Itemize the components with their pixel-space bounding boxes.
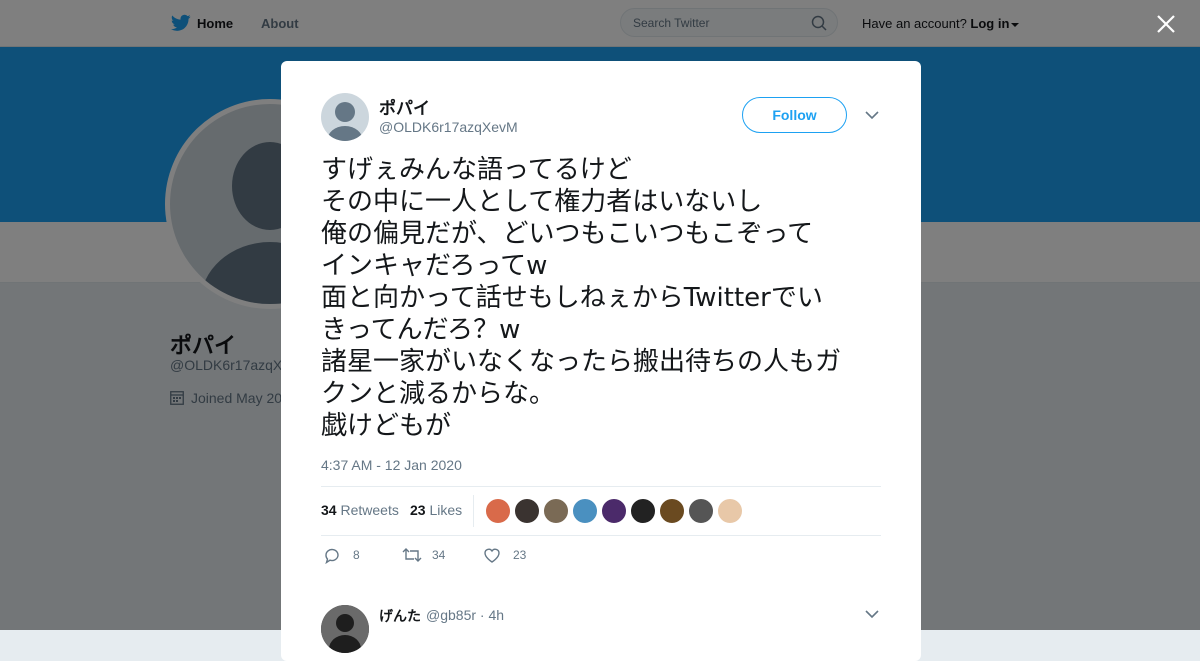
- reply-avatar[interactable]: [321, 605, 369, 653]
- stats-divider: [473, 495, 474, 527]
- tweet-text-line: 戯けどもが: [321, 411, 452, 441]
- close-icon[interactable]: [1155, 13, 1177, 35]
- tweet-stats: 34 Retweets 23 Likes: [321, 486, 881, 536]
- liker-avatar[interactable]: [543, 498, 569, 524]
- retweets-count: 34: [321, 502, 337, 518]
- tweet-text-line: インキャだろってw: [321, 251, 548, 281]
- tweet-text-line: クンと減るからな。: [321, 379, 556, 409]
- reply-meta: @gb85r · 4h: [426, 607, 505, 623]
- liker-avatar[interactable]: [601, 498, 627, 524]
- chevron-down-icon[interactable]: [865, 110, 879, 120]
- liker-avatar[interactable]: [717, 498, 743, 524]
- tweet-text-line: その中に一人として権力者はいないし: [321, 187, 763, 217]
- liker-avatar[interactable]: [514, 498, 540, 524]
- author-avatar[interactable]: [321, 93, 369, 141]
- liker-avatar[interactable]: [485, 498, 511, 524]
- retweet-icon[interactable]: [402, 546, 422, 564]
- reply-count: 8: [353, 548, 360, 562]
- follow-button[interactable]: Follow: [742, 97, 847, 133]
- tweet-modal: ポパイ @OLDK6r17azqXevM Follow すげぇみんな語ってるけど…: [281, 61, 921, 661]
- likes-label: Likes: [429, 502, 463, 518]
- liker-avatar[interactable]: [630, 498, 656, 524]
- reply-icon[interactable]: [323, 546, 341, 564]
- likes-count: 23: [410, 502, 426, 518]
- heart-icon[interactable]: [483, 546, 501, 564]
- tweet-text-line: 俺の偏見だが、どいつもこいつもこぞって: [321, 219, 814, 249]
- tweet-timestamp[interactable]: 4:37 AM - 12 Jan 2020: [321, 457, 462, 473]
- tweet-text-line: すげぇみんな語ってるけど: [321, 155, 632, 185]
- retweets-label: Retweets: [340, 502, 399, 518]
- tweet-text-line: きってんだろ？w: [321, 315, 521, 345]
- tweet-text: すげぇみんな語ってるけど その中に一人として権力者はいないし 俺の偏見だが、どい…: [321, 154, 896, 442]
- like-count: 23: [513, 548, 527, 562]
- liker-avatar[interactable]: [572, 498, 598, 524]
- author-name[interactable]: ポパイ: [379, 94, 430, 119]
- likes-stat[interactable]: 23 Likes: [410, 502, 462, 518]
- chevron-down-icon[interactable]: [865, 609, 879, 619]
- tweet-text-line: 諸星一家がいなくなったら搬出待ちの人もガ: [321, 347, 842, 377]
- reply-author-handle[interactable]: @gb85r: [426, 607, 476, 623]
- default-avatar-icon: [327, 102, 363, 141]
- liker-avatar[interactable]: [688, 498, 714, 524]
- author-handle[interactable]: @OLDK6r17azqXevM: [379, 119, 518, 135]
- retweets-stat[interactable]: 34 Retweets: [321, 502, 399, 518]
- tweet-text-line: 面と向かって話せもしねぇからTwitterでい: [321, 283, 823, 313]
- reply-author-name[interactable]: げんた: [379, 606, 421, 626]
- reply-avatar-image: [321, 605, 369, 653]
- liker-avatar[interactable]: [659, 498, 685, 524]
- retweet-count: 34: [432, 548, 446, 562]
- reply-age[interactable]: 4h: [488, 607, 504, 623]
